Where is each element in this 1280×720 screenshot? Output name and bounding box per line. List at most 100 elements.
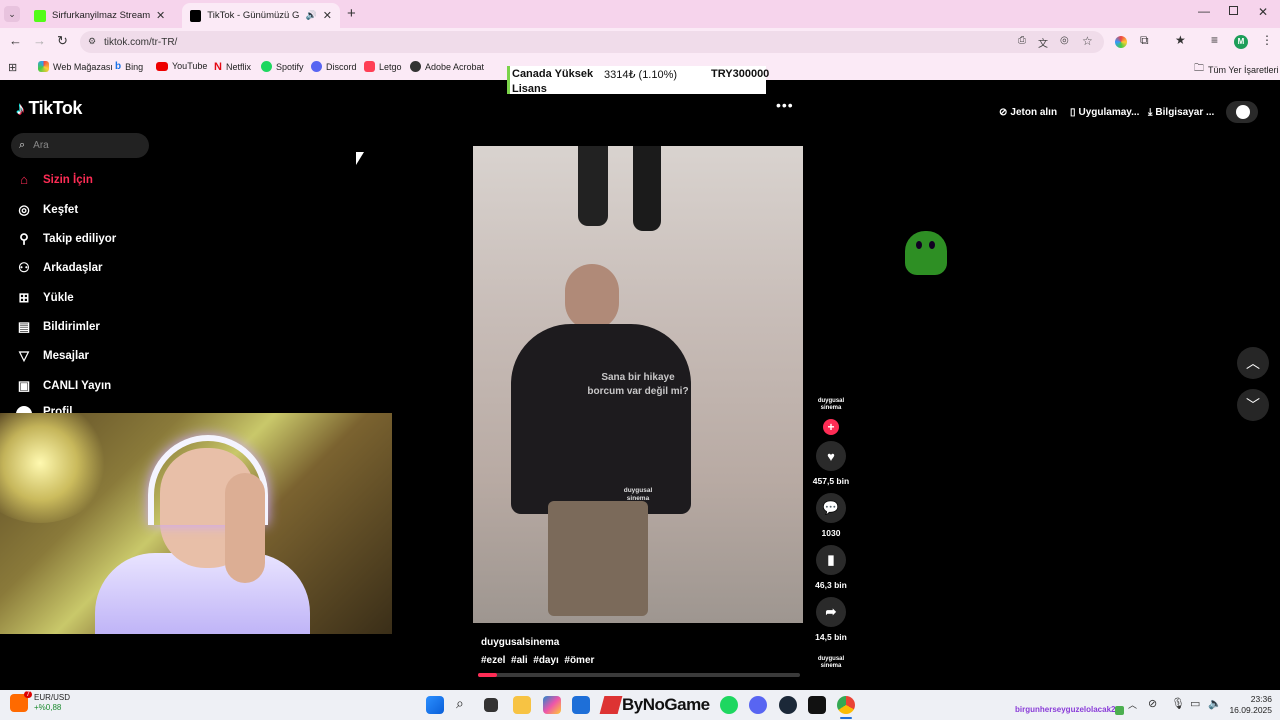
profile-avatar[interactable]: M [1234,35,1248,49]
browser-tab-bar: ⌄ Sirfurkanyilmaz Stream - Watch ✕ TikTo… [0,0,1280,28]
comment-button[interactable]: 💬 1030 [811,493,851,538]
back-icon[interactable]: ← [9,33,22,48]
network-icon[interactable]: ⊘ [1148,697,1157,710]
spotify-icon [261,61,272,72]
chrome-icon[interactable] [837,696,855,714]
author-avatar[interactable]: duygusal sinema + [811,398,851,435]
bookmark-web-store[interactable]: Web Mağazası [38,61,113,72]
apps-grid-icon[interactable]: ⊞ [8,61,17,74]
bookmark-youtube[interactable]: YouTube [156,61,207,71]
file-explorer-icon[interactable] [513,696,531,714]
previous-video-button[interactable]: ︿ [1237,347,1269,379]
button-label: Bilgisayar ... [1155,106,1215,118]
bookmark-bing[interactable]: b Bing [115,61,143,72]
green-ghost-sticker [905,231,947,275]
install-icon[interactable]: ⎙ [1018,35,1026,46]
store-icon[interactable] [572,696,590,714]
nav-following[interactable]: ⚲ Takip ediliyor [16,231,116,247]
save-button[interactable]: ▮ 46,3 bin [811,545,851,590]
tab-search-icon[interactable]: ⌄ [4,6,20,22]
bookmark-label: YouTube [172,61,208,71]
following-icon: ⚲ [19,231,29,246]
close-tab-icon[interactable]: ✕ [156,9,165,22]
bookmark-label: Tüm Yer İşaretleri [1208,64,1279,75]
search-icon[interactable]: ⌕ [456,695,464,712]
tracking-icon[interactable]: ◎ [1060,35,1069,46]
nav-friends[interactable]: ⚇ Arkadaşlar [16,260,102,276]
volume-icon[interactable]: 🔈 [1208,697,1222,710]
send-icon: ▽ [19,348,29,363]
translate-icon[interactable]: 文 [1038,35,1048,50]
spotify-icon[interactable] [720,696,738,714]
get-coins-button[interactable]: ⊘ Jeton alın [993,101,1063,123]
steam-icon[interactable] [779,696,797,714]
bookmark-adobe[interactable]: Adobe Acrobat [410,61,484,72]
task-view-icon[interactable] [484,698,498,712]
web-store-icon [38,61,49,72]
bookmark-discord[interactable]: Discord [311,61,357,72]
address-bar[interactable]: ⚙ tiktok.com/tr-TR/ ⎙ 文 ◎ ☆ [80,31,1104,53]
share-button[interactable]: ➦ 14,5 bin [811,597,851,642]
follow-plus-icon[interactable]: + [823,419,839,435]
media-control-icon[interactable]: ≡ [1211,33,1218,47]
bookmark-spotify[interactable]: Spotify [261,61,304,72]
more-options-icon[interactable]: ••• [776,97,794,113]
maximize-icon[interactable] [1229,6,1238,15]
ticker-price: TRY300000 [711,68,770,80]
all-bookmarks[interactable]: 🗀 Tüm Yer İşaretleri [1194,61,1279,78]
tab-kick-stream[interactable]: Sirfurkanyilmaz Stream - Watch ✕ [26,3,180,28]
reload-icon[interactable]: ↻ [57,33,68,49]
search-box[interactable]: ⌕ Ara [11,133,149,158]
ring-light-glow [0,413,110,523]
tab-tiktok[interactable]: TikTok - Günümüzü Güzelleş 🔊 ✕ [182,3,340,28]
menu-icon[interactable]: ⋮ [1261,33,1273,47]
search-input[interactable]: Ara [33,140,49,151]
discord-icon[interactable] [749,696,767,714]
nav-explore[interactable]: ◎ Keşfet [16,202,78,218]
video-progress-track[interactable] [478,673,800,677]
extensions-icon[interactable]: ⧉ [1140,33,1149,48]
new-tab-icon[interactable]: + [347,5,356,22]
close-window-icon[interactable]: ✕ [1258,5,1268,19]
bookmark-netflix[interactable]: N Netflix [214,61,251,73]
close-tab-icon[interactable]: ✕ [323,9,332,22]
minimize-icon[interactable]: — [1198,4,1210,18]
terminal-icon[interactable] [808,696,826,714]
copilot-icon[interactable] [543,696,561,714]
tray-chevron-icon[interactable]: ︿ [1128,698,1137,711]
nav-upload[interactable]: ⊞ Yükle [16,290,74,306]
live-icon: ▣ [17,378,31,393]
display-icon[interactable]: ▭ [1190,697,1200,710]
nav-notifications[interactable]: ▤ Bildirimler [16,319,100,335]
video-author[interactable]: duygusalsinema [481,637,559,648]
tiktok-logo[interactable]: ♪ TikTok [16,98,82,119]
nav-label: Mesajlar [43,350,90,362]
color-extension-icon[interactable] [1115,36,1127,48]
computer-app-button[interactable]: ⤓ Bilgisayar ... [1142,101,1220,123]
avatar-text: sinema [820,663,842,669]
notifications-icon: ▤ [17,319,31,334]
favorites-icon[interactable]: ★ [1175,33,1186,47]
site-info-icon[interactable]: ⚙ [88,36,96,47]
weather-widget[interactable]: 7 EUR/USD +%0,88 [10,691,70,713]
get-app-button[interactable]: ▯ Uygulamay... [1064,101,1145,123]
nav-for-you[interactable]: ⌂ Sizin İçin [16,172,93,188]
bookmark-star-icon[interactable]: ☆ [1082,34,1093,48]
bookmark-letgo[interactable]: Letgo [364,61,402,72]
nav-live[interactable]: ▣ CANLI Yayın [16,378,111,394]
theme-toggle[interactable] [1226,101,1258,123]
speaker-icon[interactable]: 🔊 [306,10,317,21]
nav-messages[interactable]: ▽ Mesajlar [16,348,89,364]
tray-green-icon[interactable] [1115,706,1124,715]
video-player[interactable]: Sana bir hikaye borcum var değil mi? duy… [473,146,803,623]
share-icon: ➦ [816,597,846,627]
windows-start-icon[interactable] [426,696,444,714]
like-button[interactable]: ♥ 457,5 bin [811,441,851,486]
forward-icon[interactable]: → [33,33,46,48]
next-video-button[interactable]: ﹀ [1237,389,1269,421]
next-video-avatar[interactable]: duygusal sinema [811,656,851,670]
clock-date: 16.09.2025 [1229,705,1272,715]
video-hashtags[interactable]: #ezel #ali #dayı #ömer [481,655,594,666]
clock[interactable]: 23:36 16.09.2025 [1226,694,1272,716]
microphone-icon[interactable]: 🎙 [1171,697,1185,710]
